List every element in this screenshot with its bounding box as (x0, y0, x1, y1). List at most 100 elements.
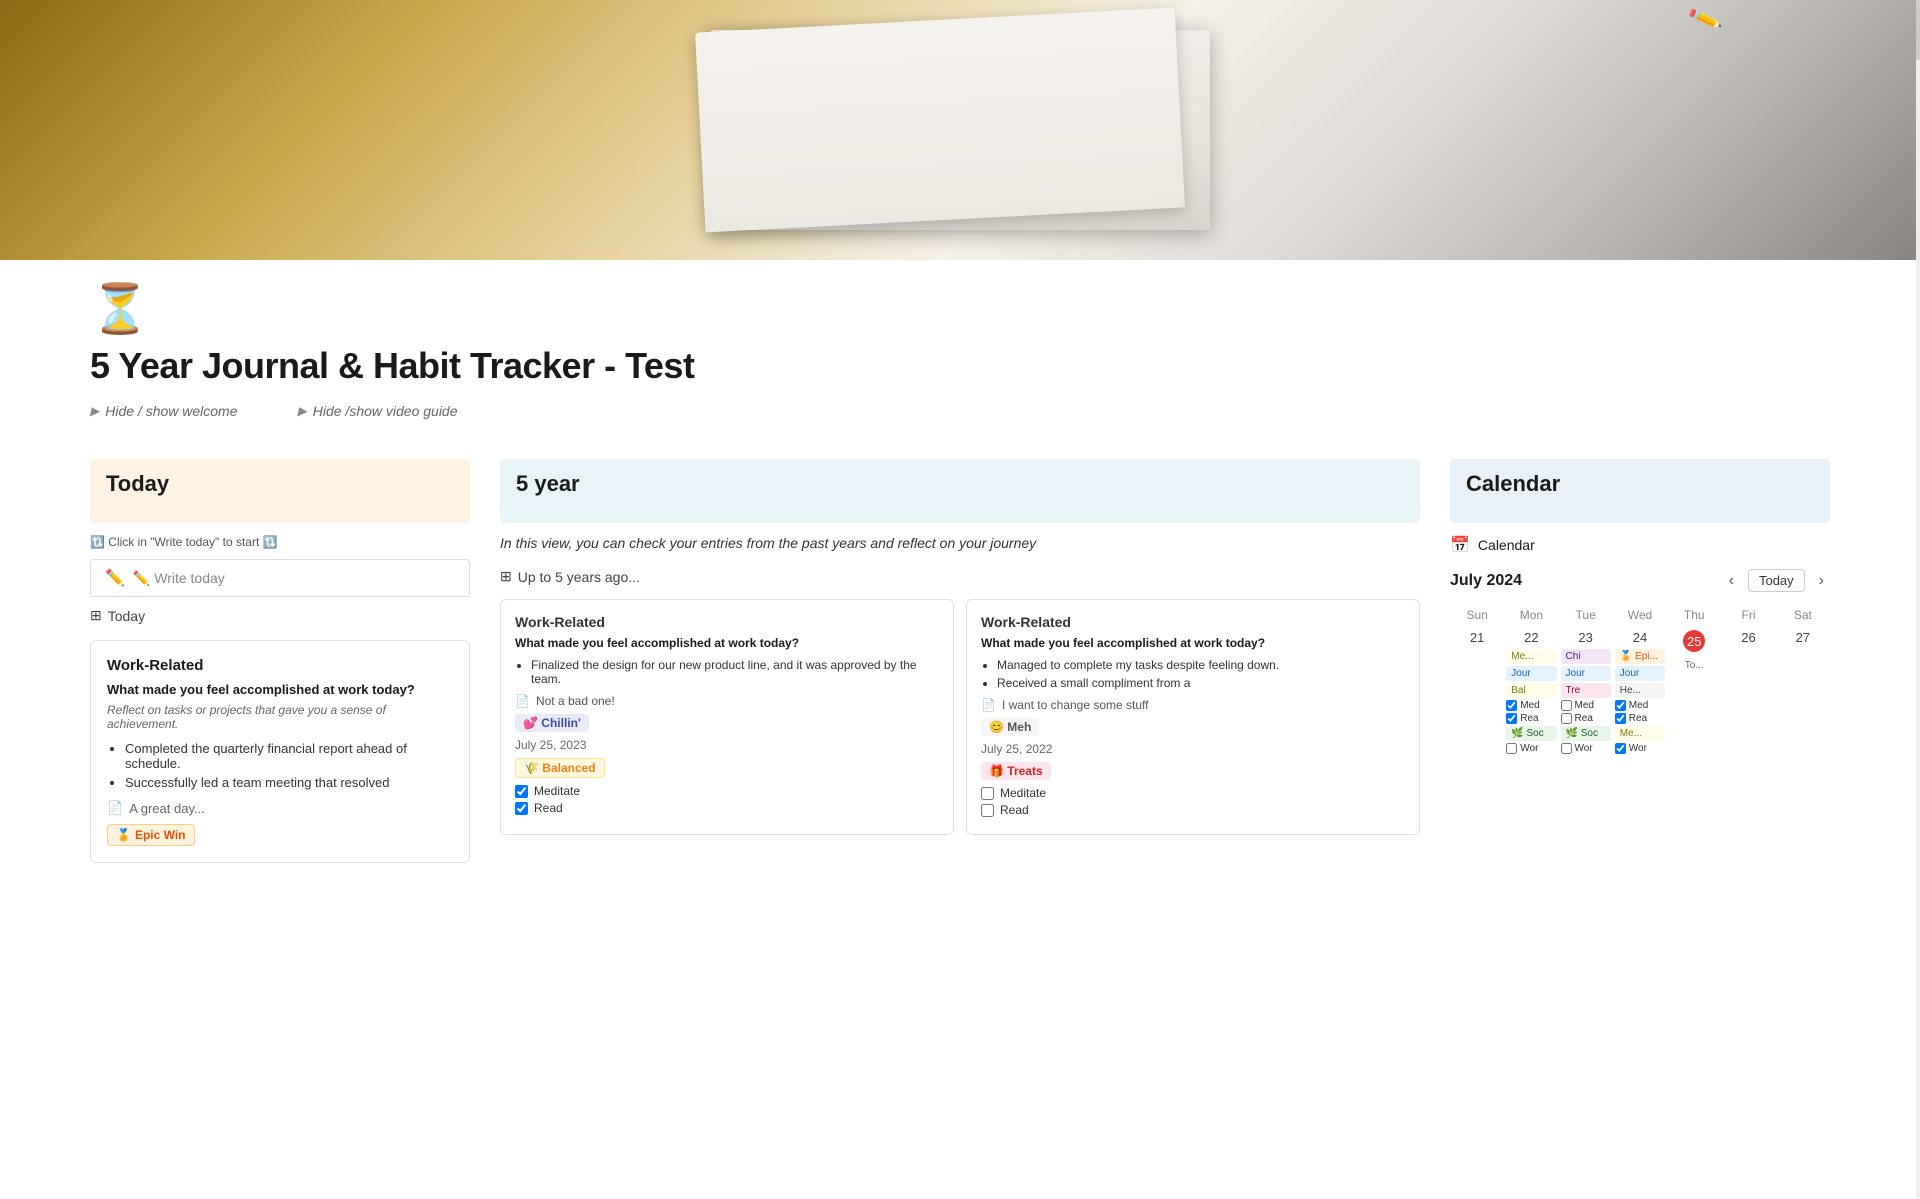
toggle-welcome[interactable]: ▶ Hide / show welcome (90, 403, 238, 419)
cal-check-24-med[interactable]: Med (1615, 700, 1665, 711)
calendar-month-year: July 2024 (1450, 572, 1522, 590)
meditate-checkbox-2023[interactable]: Meditate (515, 784, 939, 798)
cal-date-23: 23 (1561, 630, 1611, 645)
toggle-welcome-arrow: ▶ (90, 404, 99, 418)
year-card-2022-date: July 25, 2022 (981, 742, 1405, 756)
cal-chip-22-1[interactable]: Me... (1506, 649, 1556, 664)
hourglass-icon: ⏳ (90, 280, 1830, 337)
toggle-video-arrow: ▶ (298, 404, 307, 418)
meditate-check-2023[interactable] (515, 785, 528, 798)
meditate-check-2022[interactable] (981, 787, 994, 800)
cal-chip-23-soc[interactable]: 🌿 Soc (1561, 726, 1611, 741)
cal-check-22-wor-label: Wor (1520, 743, 1538, 754)
cal-chip-22-2[interactable]: Jour (1506, 666, 1556, 681)
calendar-prev-btn[interactable]: ‹ (1723, 570, 1740, 592)
calendar-nav-buttons: ‹ Today › (1723, 569, 1830, 592)
year-card-2022: Work-Related What made you feel accompli… (966, 599, 1420, 835)
scrollbar-thumb (1916, 0, 1920, 60)
read-check-2022[interactable] (981, 804, 994, 817)
cal-check-22-wor-input[interactable] (1506, 743, 1517, 754)
cal-chip-23-2[interactable]: Jour (1561, 666, 1611, 681)
cal-chip-24-me[interactable]: Me... (1615, 726, 1665, 741)
read-label-2023: Read (534, 801, 563, 815)
cal-check-22-rea-label: Rea (1520, 713, 1538, 724)
year-card-2023-bullet-1: Finalized the design for our new product… (531, 658, 939, 686)
cal-chip-23-3[interactable]: Tre (1561, 683, 1611, 698)
cal-date-22: 22 (1506, 630, 1556, 645)
toggle-video[interactable]: ▶ Hide /show video guide (298, 403, 458, 419)
cal-check-22-rea-input[interactable] (1506, 713, 1517, 724)
cal-chip-23-1[interactable]: Chi (1561, 649, 1611, 664)
today-card-title: Work-Related (107, 657, 453, 674)
epic-win-badge[interactable]: 🏅 Epic Win (107, 824, 195, 846)
cal-check-24-med-label: Med (1629, 700, 1648, 711)
cal-check-23-wor-input[interactable] (1561, 743, 1572, 754)
cal-date-27: 27 (1778, 630, 1828, 645)
calendar-days-header: Sun Mon Tue Wed Thu Fri Sat (1450, 604, 1830, 626)
cal-check-24-rea-input[interactable] (1615, 713, 1626, 724)
cal-check-23-rea-input[interactable] (1561, 713, 1572, 724)
cal-check-24-rea[interactable]: Rea (1615, 713, 1665, 724)
today-note-row: 📄 A great day... (107, 800, 453, 816)
main-content: Today 🔃 Click in "Write today" to start … (0, 459, 1920, 903)
cal-date-26: 26 (1723, 630, 1773, 645)
mood-chillin-badge[interactable]: 💕 Chillin' (515, 714, 589, 732)
click-hint: 🔃 Click in "Write today" to start 🔃 (90, 535, 470, 549)
calendar-heading: Calendar (1466, 471, 1814, 497)
cal-chip-24-1[interactable]: 🏅 Epi... (1615, 649, 1665, 664)
cal-check-23-med[interactable]: Med (1561, 700, 1611, 711)
five-year-description: In this view, you can check your entries… (500, 533, 1420, 554)
cal-check-24-wor[interactable]: Wor (1615, 743, 1665, 754)
cal-cell-26: 26 (1721, 626, 1775, 760)
calendar-nav-row: July 2024 ‹ Today › (1450, 569, 1830, 592)
calendar-next-btn[interactable]: › (1813, 570, 1830, 592)
cal-check-24-med-input[interactable] (1615, 700, 1626, 711)
cal-chip-24-3[interactable]: He... (1615, 683, 1665, 698)
today-note-label: A great day... (129, 801, 205, 816)
five-year-grid-icon: ⊞ (500, 568, 512, 585)
today-card: Work-Related What made you feel accompli… (90, 640, 470, 863)
mood-meh-badge[interactable]: 😊 Meh (981, 718, 1039, 736)
cal-chip-22-soc[interactable]: 🌿 Soc (1506, 726, 1556, 741)
write-today-button[interactable]: ✏️ ✏️ Write today (90, 559, 470, 597)
page-title: 5 Year Journal & Habit Tracker - Test (90, 345, 1830, 387)
cal-check-23-med-input[interactable] (1561, 700, 1572, 711)
read-label-2022: Read (1000, 803, 1029, 817)
year-card-2023-bullets: Finalized the design for our new product… (515, 658, 939, 686)
cal-check-22-rea[interactable]: Rea (1506, 713, 1556, 724)
today-heading: Today (106, 471, 454, 497)
today-bullet-2: Successfully led a team meeting that res… (125, 775, 453, 790)
cal-check-23-rea[interactable]: Rea (1561, 713, 1611, 724)
today-bullet-1: Completed the quarterly financial report… (125, 741, 453, 771)
cal-day-sun: Sun (1450, 604, 1504, 626)
calendar-header: Calendar (1450, 459, 1830, 523)
today-header: Today (90, 459, 470, 523)
year-card-2023: Work-Related What made you feel accompli… (500, 599, 954, 835)
five-year-gallery-btn[interactable]: ⊞ Up to 5 years ago... (500, 568, 1420, 585)
cal-check-24-wor-input[interactable] (1615, 743, 1626, 754)
scrollbar[interactable] (1916, 0, 1920, 1199)
cal-check-24-rea-label: Rea (1629, 713, 1647, 724)
calendar-today-btn[interactable]: Today (1748, 569, 1805, 592)
hero-banner: ✏️ (0, 0, 1920, 260)
cal-check-22-med-input[interactable] (1506, 700, 1517, 711)
read-checkbox-2023[interactable]: Read (515, 801, 939, 815)
cal-check-23-wor[interactable]: Wor (1561, 743, 1611, 754)
cal-check-22-wor[interactable]: Wor (1506, 743, 1556, 754)
page-doc-icon: 📄 (107, 800, 123, 816)
mood-treats-badge[interactable]: 🎁 Treats (981, 762, 1051, 780)
cal-chip-24-2[interactable]: Jour (1615, 666, 1665, 681)
meditate-checkbox-2022[interactable]: Meditate (981, 786, 1405, 800)
pencil-decoration: ✏️ (1686, 1, 1724, 38)
read-check-2023[interactable] (515, 802, 528, 815)
meditate-label-2022: Meditate (1000, 786, 1046, 800)
cal-cell-22: 22 Me... Jour Bal Med Rea 🌿 Soc Wor (1504, 626, 1558, 760)
today-gallery-btn[interactable]: ⊞ Today (90, 607, 470, 624)
today-column: Today 🔃 Click in "Write today" to start … (90, 459, 470, 863)
cal-check-22-med[interactable]: Med (1506, 700, 1556, 711)
read-checkbox-2022[interactable]: Read (981, 803, 1405, 817)
mood-balanced-badge[interactable]: 🌾 Balanced (515, 758, 605, 778)
year-card-2023-question: What made you feel accomplished at work … (515, 636, 939, 650)
year-card-2023-note: 📄 Not a bad one! (515, 694, 939, 708)
cal-chip-22-3[interactable]: Bal (1506, 683, 1556, 698)
